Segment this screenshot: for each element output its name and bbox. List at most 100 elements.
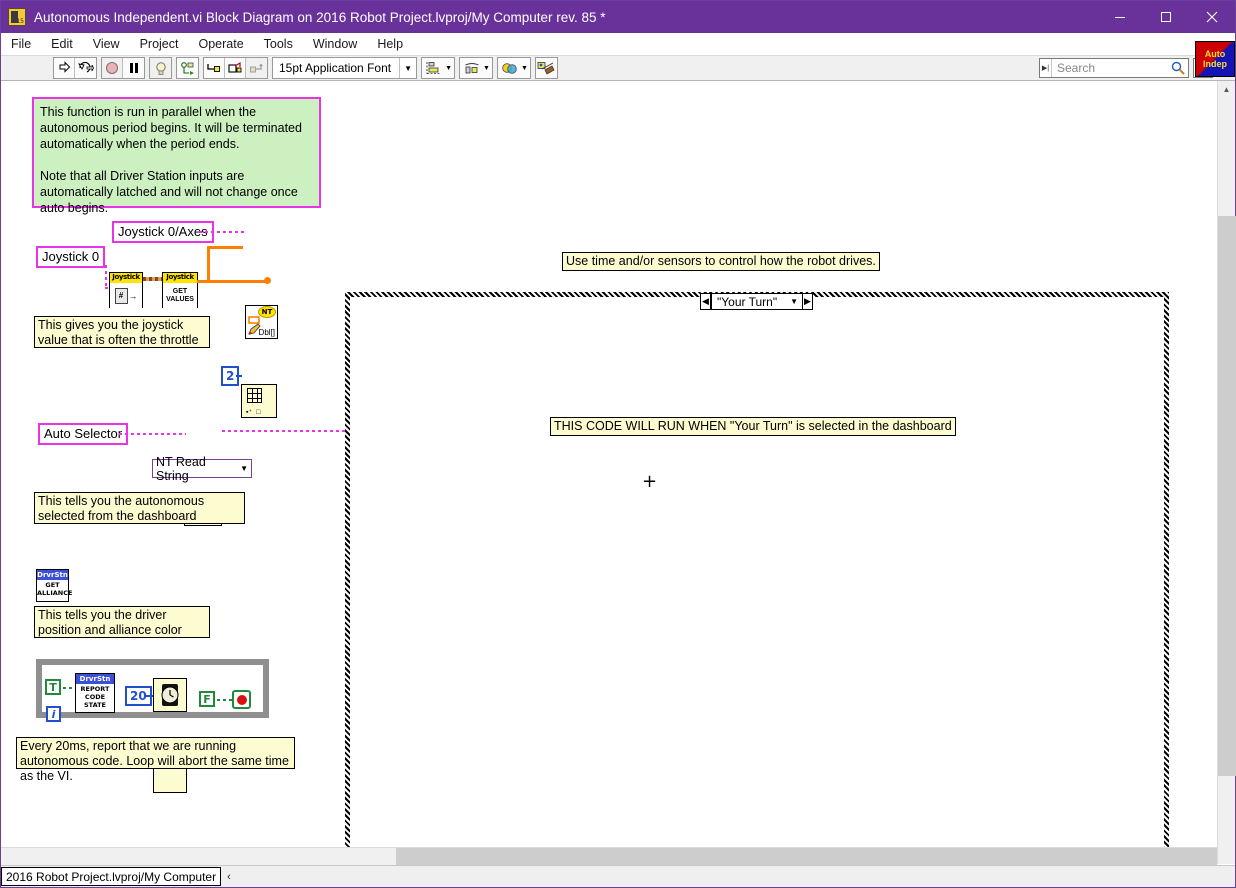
chevron-down-icon[interactable]: ▼ bbox=[399, 58, 416, 78]
run-continuously-icon[interactable] bbox=[75, 58, 96, 78]
run-group bbox=[53, 57, 97, 79]
comment-parallel-execution[interactable]: This function is run in parallel when th… bbox=[32, 97, 321, 208]
comment-autonomous-selected[interactable]: This tells you the autonomous selected f… bbox=[34, 492, 245, 524]
step-over-icon[interactable] bbox=[225, 58, 246, 78]
chevron-down-icon[interactable]: ▼ bbox=[521, 65, 528, 72]
index-array-glyph: ▪⁺ □ bbox=[246, 408, 260, 416]
status-collapse-arrow-icon[interactable]: ‹ bbox=[227, 871, 231, 883]
window-controls bbox=[1097, 1, 1235, 33]
retain-group bbox=[176, 57, 199, 79]
wire-joystick-refnum[interactable] bbox=[143, 277, 164, 281]
chevron-down-icon[interactable]: ▼ bbox=[445, 65, 452, 72]
menu-bar: File Edit View Project Operate Tools Win… bbox=[1, 33, 1235, 55]
highlight-group bbox=[149, 57, 172, 79]
label-auto-selector[interactable]: Auto Selector bbox=[38, 423, 128, 445]
iteration-terminal: i bbox=[46, 706, 61, 722]
joystick-getvalues-node[interactable]: Joystick GET VALUES bbox=[162, 272, 198, 308]
search-scope-icon[interactable]: ▶| bbox=[1040, 59, 1052, 77]
wire-true-to-report[interactable] bbox=[63, 687, 75, 689]
retain-wire-values-icon[interactable] bbox=[177, 58, 198, 78]
vertical-scroll-thumb[interactable] bbox=[1218, 216, 1236, 776]
abort-execution-icon[interactable] bbox=[102, 58, 123, 78]
wire-axes-to-ntwrite[interactable] bbox=[199, 231, 245, 233]
comment-joystick-throttle[interactable]: This gives you the joystick value that i… bbox=[34, 316, 210, 348]
maximize-button[interactable] bbox=[1143, 1, 1189, 33]
nt-read-dropdown-label: NT Read String bbox=[156, 455, 234, 483]
horizontal-scrollbar[interactable] bbox=[1, 847, 1217, 865]
scroll-up-arrow-icon[interactable]: ▲ bbox=[1218, 81, 1235, 97]
reorder-icon[interactable] bbox=[536, 58, 557, 78]
highlight-execution-icon[interactable] bbox=[150, 58, 171, 78]
vertical-scrollbar[interactable]: ▲ bbox=[1217, 81, 1235, 864]
case-next-button[interactable]: ▶ bbox=[802, 293, 813, 310]
labview-block-diagram-window: Autonomous Independent.vi Block Diagram … bbox=[0, 0, 1236, 888]
chevron-down-icon[interactable]: ▼ bbox=[240, 464, 248, 473]
font-selector[interactable]: 15pt Application Font ▼ bbox=[272, 57, 417, 79]
comment-report-20ms[interactable]: Every 20ms, report that we are running a… bbox=[16, 737, 295, 769]
distribute-objects-dropdown[interactable]: ▼ bbox=[459, 57, 493, 79]
nt-write-node[interactable]: NT Dbl[] bbox=[245, 305, 278, 339]
reorder-group bbox=[535, 57, 558, 79]
minimize-button[interactable] bbox=[1097, 1, 1143, 33]
step-out-icon[interactable] bbox=[246, 58, 267, 78]
search-icon[interactable] bbox=[1168, 61, 1188, 75]
run-arrow-icon[interactable] bbox=[54, 58, 75, 78]
case-selector-label[interactable]: "Your Turn" ▼ bbox=[711, 293, 803, 310]
pause-icon[interactable] bbox=[123, 58, 144, 78]
font-name-label: 15pt Application Font bbox=[273, 61, 399, 75]
joystick-getvalues-body: GET VALUES bbox=[163, 283, 197, 308]
boolean-false-constant[interactable]: F bbox=[199, 691, 215, 707]
wait-until-next-ms-node[interactable] bbox=[153, 678, 187, 712]
crosshair-cursor: + bbox=[642, 473, 657, 491]
menu-file[interactable]: File bbox=[1, 35, 41, 53]
boolean-true-constant[interactable]: T bbox=[45, 679, 61, 695]
search-input[interactable]: Search bbox=[1052, 61, 1168, 75]
menu-operate[interactable]: Operate bbox=[188, 35, 253, 53]
resize-objects-dropdown[interactable]: ▼ bbox=[497, 57, 531, 79]
wire-joystick0-v[interactable] bbox=[105, 265, 107, 289]
array-grid-icon bbox=[247, 388, 262, 403]
loop-conditional-terminal[interactable] bbox=[232, 690, 251, 709]
wire-axes-branch-v[interactable] bbox=[207, 246, 210, 282]
label-joystick0[interactable]: Joystick 0 bbox=[36, 246, 105, 268]
wire-index-const[interactable] bbox=[236, 375, 242, 377]
comment-driver-position[interactable]: This tells you the driver position and a… bbox=[34, 606, 210, 638]
joystick-getvalues-header: Joystick bbox=[163, 273, 197, 283]
vi-icon-line2: Indep bbox=[1203, 59, 1227, 69]
case-selector-value: "Your Turn" bbox=[717, 295, 790, 309]
driver-station-get-alliance-node[interactable]: DrvrStn GET ALLIANCE bbox=[36, 569, 69, 602]
wire-autoselector-out[interactable] bbox=[222, 430, 352, 432]
chevron-down-icon[interactable]: ▼ bbox=[790, 297, 798, 306]
nt-read-string-dropdown[interactable]: NT Read String ▼ bbox=[152, 459, 252, 478]
status-project-path[interactable]: 2016 Robot Project.lvproj/My Computer bbox=[1, 867, 221, 886]
close-button[interactable] bbox=[1189, 1, 1235, 33]
window-title: Autonomous Independent.vi Block Diagram … bbox=[34, 10, 1097, 25]
step-into-icon[interactable] bbox=[204, 58, 225, 78]
case-structure[interactable] bbox=[345, 292, 1169, 864]
case-previous-button[interactable]: ◀ bbox=[700, 293, 711, 310]
labview-vi-icon bbox=[8, 8, 26, 26]
horizontal-scroll-thumb[interactable] bbox=[396, 848, 1217, 866]
distribute-objects-icon bbox=[462, 59, 482, 77]
joystick-open-node[interactable]: Joystick # → bbox=[109, 272, 143, 308]
block-diagram-canvas[interactable]: This function is run in parallel when th… bbox=[1, 81, 1217, 864]
menu-project[interactable]: Project bbox=[130, 35, 189, 53]
align-objects-dropdown[interactable]: ▼ bbox=[421, 57, 455, 79]
wire-autoselector-in[interactable] bbox=[119, 433, 186, 435]
align-objects-icon bbox=[424, 59, 444, 77]
menu-tools[interactable]: Tools bbox=[254, 35, 303, 53]
menu-window[interactable]: Window bbox=[303, 35, 367, 53]
index-array-node[interactable]: ▪⁺ □ bbox=[241, 384, 277, 418]
menu-view[interactable]: View bbox=[83, 35, 130, 53]
chevron-down-icon[interactable]: ▼ bbox=[483, 65, 490, 72]
abort-pause-group bbox=[101, 57, 145, 79]
wire-axes-to-nt[interactable] bbox=[207, 246, 243, 249]
comment-use-time-sensors[interactable]: Use time and/or sensors to control how t… bbox=[562, 252, 880, 271]
vi-icon-display[interactable]: Auto Indep bbox=[1195, 41, 1235, 77]
alliance-node-body: GET ALLIANCE bbox=[37, 580, 68, 597]
menu-edit[interactable]: Edit bbox=[41, 35, 83, 53]
comment-this-code-will-run[interactable]: THIS CODE WILL RUN WHEN "Your Turn" is s… bbox=[550, 417, 956, 436]
menu-help[interactable]: Help bbox=[367, 35, 413, 53]
search-box[interactable]: ▶| Search bbox=[1039, 58, 1189, 78]
driver-station-report-code-state-node[interactable]: DrvrStn REPORT CODE STATE bbox=[75, 673, 115, 713]
